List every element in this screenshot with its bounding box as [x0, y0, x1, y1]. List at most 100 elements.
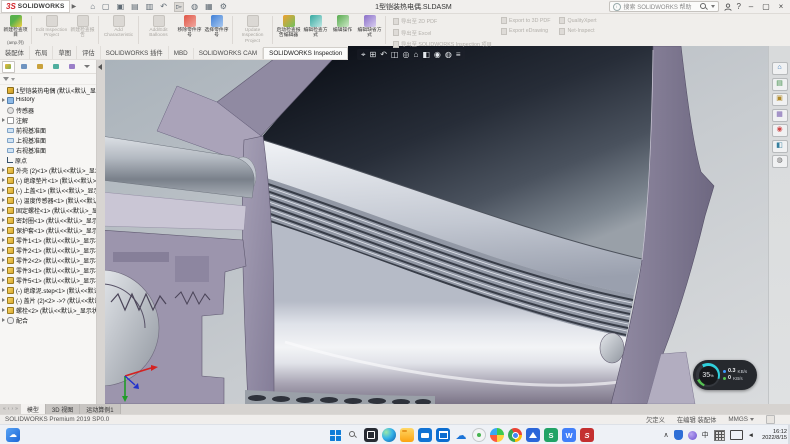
expand-icon[interactable]: [2, 188, 5, 192]
chrome-icon[interactable]: [508, 428, 522, 442]
solidworks-resources-icon[interactable]: ⌂: [772, 62, 788, 75]
edit-appearance-icon[interactable]: ◍: [445, 50, 452, 59]
edit-inspection-project-button[interactable]: Edit Inspection Project: [34, 14, 69, 46]
sectioned-assembly-model[interactable]: [105, 46, 714, 404]
units-selector[interactable]: MMGS: [728, 416, 754, 423]
tab-property-manager[interactable]: [18, 61, 31, 73]
user-account-icon[interactable]: [724, 3, 732, 11]
tree-item-sensors[interactable]: 传感器: [0, 105, 96, 115]
tree-item-part[interactable]: 密封圈<1> (默认<<默认>_显示状: [0, 215, 96, 225]
search-dropdown-icon[interactable]: [711, 5, 715, 8]
start-button[interactable]: [328, 428, 342, 442]
minimize-button[interactable]: –: [746, 2, 756, 12]
expand-icon[interactable]: [2, 308, 5, 312]
tree-item-part[interactable]: 零件2<1> (默认<<默认>_显示状: [0, 245, 96, 255]
tab-assembly[interactable]: 装配体: [0, 46, 30, 59]
view-orientation-icon[interactable]: ⌂: [413, 50, 418, 59]
view-settings-icon[interactable]: ≡: [456, 50, 461, 59]
edit-operation-button[interactable]: 编辑操作: [329, 14, 356, 46]
expand-icon[interactable]: [2, 208, 5, 212]
file-explorer-pane-icon[interactable]: ▣: [772, 93, 788, 106]
onedrive-icon[interactable]: ☁: [454, 428, 468, 442]
hide-show-items-icon[interactable]: ◉: [434, 50, 441, 59]
expand-icon[interactable]: [2, 248, 5, 252]
file-explorer-icon[interactable]: [400, 428, 414, 442]
tree-item-part[interactable]: 保护套<1> (默认<<默认>_显示状: [0, 225, 96, 235]
tree-item-front-plane[interactable]: 前视基准面: [0, 125, 96, 135]
tab-layout[interactable]: 布局: [30, 46, 54, 59]
tree-item-part[interactable]: (-) 温度传感器<1> (默认<<默认>_: [0, 195, 96, 205]
zoom-area-icon[interactable]: ⊞: [370, 50, 377, 59]
update-inspection-project-button[interactable]: Update Inspection Project: [235, 14, 270, 46]
expand-icon[interactable]: [2, 118, 5, 122]
print-icon[interactable]: ▥: [146, 3, 154, 11]
model-canvas[interactable]: [105, 46, 790, 404]
expand-icon[interactable]: [2, 318, 5, 322]
tab-sketch[interactable]: 草图: [53, 46, 77, 59]
tree-item-part[interactable]: (-) 绝缘泥.step<1> (默认<<默认>: [0, 285, 96, 295]
keyboard-layout-icon[interactable]: [714, 430, 725, 441]
app-ball-icon[interactable]: [688, 431, 697, 440]
expand-icon[interactable]: [2, 168, 5, 172]
app-s-icon[interactable]: S: [544, 428, 558, 442]
expand-icon[interactable]: [2, 198, 5, 202]
wps-icon[interactable]: W: [562, 428, 576, 442]
rim-bore-hole[interactable]: [600, 333, 624, 363]
tree-item-part[interactable]: (-) 盖片 (2)<2> ->? (默认<<默认>: [0, 295, 96, 305]
tree-item-part[interactable]: 零件2<2> (默认<<默认>_显示状: [0, 255, 96, 265]
expand-icon[interactable]: [2, 288, 5, 292]
tab-dimxpert-manager[interactable]: [50, 61, 63, 73]
status-tag-icon[interactable]: [766, 415, 775, 424]
design-library-icon[interactable]: ▤: [772, 78, 788, 91]
view-palette-icon[interactable]: ▦: [772, 109, 788, 122]
expand-icon[interactable]: [2, 298, 5, 302]
tab-scroll-buttons[interactable]: «‹›»: [0, 404, 21, 414]
tab-mbd[interactable]: MBD: [169, 48, 194, 59]
launch-report-editor-button[interactable]: 启动检查报告编辑器: [275, 14, 302, 46]
tree-item-part[interactable]: 零件3<1> (默认<<默认>_显示状: [0, 265, 96, 275]
tree-item-mates[interactable]: 配合: [0, 315, 96, 325]
export-3d-pdf-button[interactable]: Export to 3D PDF: [501, 17, 551, 24]
tree-item-part[interactable]: (-) 绝缘垫片<1> (默认<<默认>_显: [0, 175, 96, 185]
section-step-detail-2[interactable]: [175, 256, 209, 282]
solidworks-taskbar-icon[interactable]: S: [580, 428, 594, 442]
expand-icon[interactable]: [2, 218, 5, 222]
add-edit-balloons-button[interactable]: Add/Edit Balloons: [141, 14, 176, 46]
add-characteristic-button[interactable]: Add Characteristic: [101, 14, 136, 46]
expand-icon[interactable]: [2, 98, 5, 102]
edge-icon[interactable]: [382, 428, 396, 442]
performance-overlay[interactable]: 35% 0.3 KB/s 0 KB/s: [693, 360, 757, 390]
tab-solidworks-inspection[interactable]: SOLIDWORKS Inspection: [263, 47, 348, 59]
microsoft-store-icon[interactable]: [436, 428, 450, 442]
expand-icon[interactable]: [2, 258, 5, 262]
expand-icon[interactable]: [2, 228, 5, 232]
previous-view-icon[interactable]: ↶: [380, 50, 387, 59]
section-view-icon[interactable]: ◫: [391, 50, 399, 59]
tab-evaluate[interactable]: 评估: [77, 46, 101, 59]
tree-item-annotations[interactable]: 注解: [0, 115, 96, 125]
tree-item-part[interactable]: (-) 上盖<1> (默认<<默认>_显示状: [0, 185, 96, 195]
security-shield-icon[interactable]: [674, 430, 683, 440]
edit-inspection-method-button[interactable]: 编辑检查方式: [302, 14, 329, 46]
tab-model[interactable]: 模型: [21, 404, 46, 414]
ime-language-indicator[interactable]: 中: [702, 430, 709, 440]
options-icon[interactable]: ⚙: [220, 3, 227, 11]
tab-display-manager[interactable]: [66, 61, 79, 73]
select-icon[interactable]: ▻: [174, 2, 184, 12]
tab-3d-views[interactable]: 3D 视图: [46, 404, 80, 414]
appearances-scenes-icon[interactable]: ◉: [772, 124, 788, 137]
help-button[interactable]: ?: [737, 2, 741, 12]
filter-dropdown-icon[interactable]: [11, 78, 15, 81]
expand-icon[interactable]: [2, 268, 5, 272]
open-icon[interactable]: ▣: [117, 3, 125, 11]
home-icon[interactable]: ⌂: [90, 3, 95, 11]
taskbar-search-icon[interactable]: [346, 428, 360, 442]
export-edrawing-button[interactable]: Export eDrawing: [501, 28, 551, 35]
tab-solidworks-cam[interactable]: SOLIDWORKS CAM: [194, 48, 263, 59]
tree-item-top-plane[interactable]: 上视基准面: [0, 135, 96, 145]
tree-item-part[interactable]: 零件1<1> (默认<<默认>_显示状态: [0, 235, 96, 245]
remove-balloons-button[interactable]: 移除零件序号: [176, 14, 203, 46]
tree-item-part[interactable]: 固定螺栓<1> (默认<<默认>_显示: [0, 205, 96, 215]
collapse-panel-icon[interactable]: [98, 64, 102, 70]
export-inspection-project-button[interactable]: 导出至 SOLIDWORKS Inspection 项目: [393, 40, 492, 48]
